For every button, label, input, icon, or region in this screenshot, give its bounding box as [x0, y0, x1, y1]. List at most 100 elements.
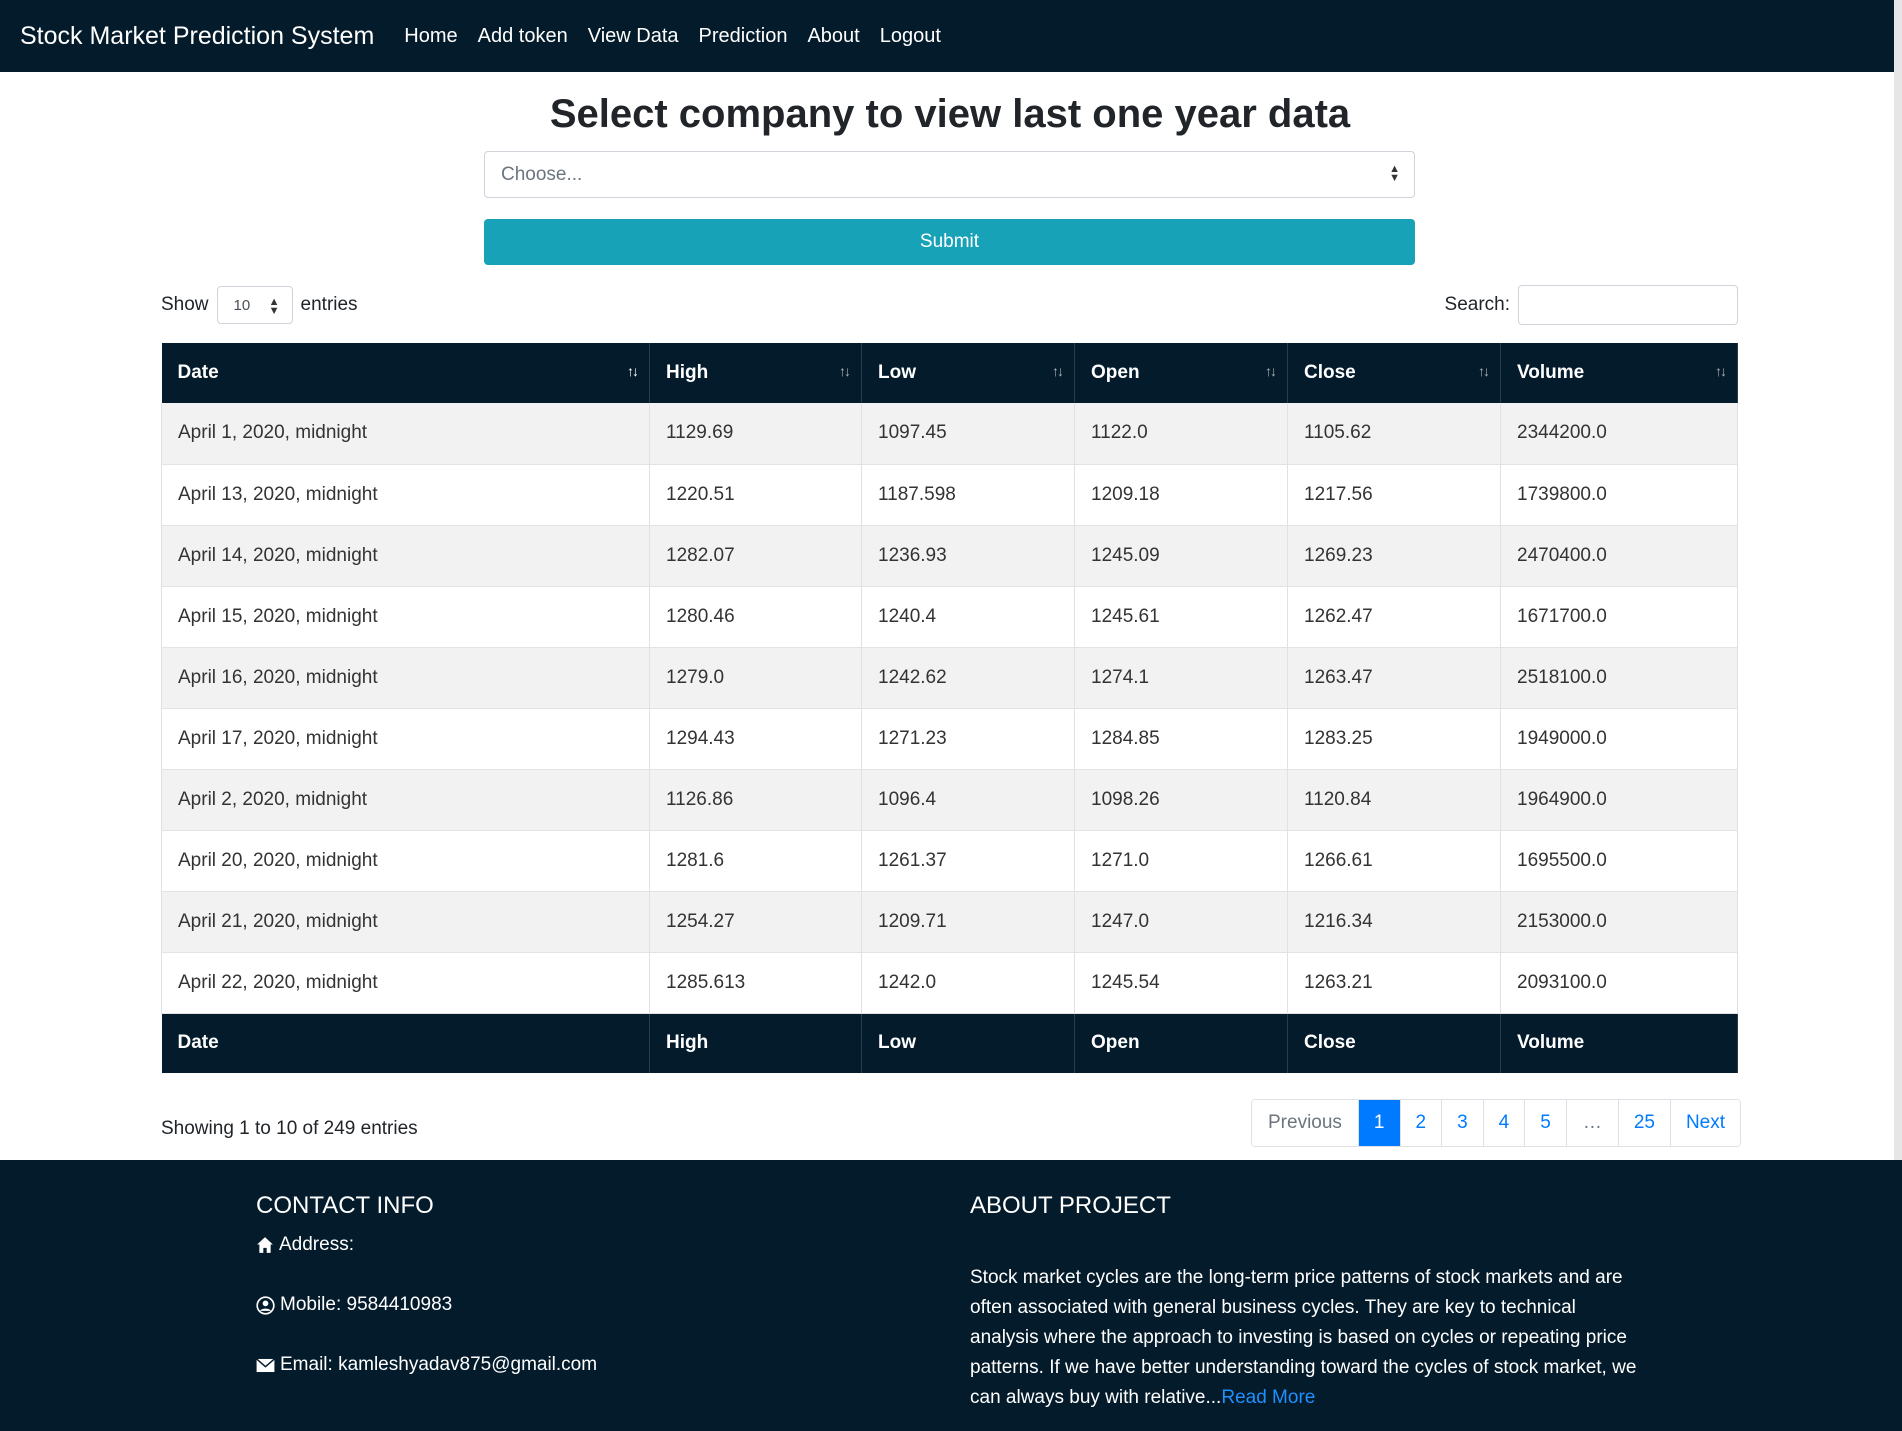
contact-email: Email: kamleshyadav875@gmail.com: [256, 1354, 597, 1376]
entries-select[interactable]: 10 ▲ ▼: [216, 286, 293, 324]
cell-close: 1283.25: [1287, 708, 1501, 770]
sort-icon: ↑↓: [1715, 363, 1727, 379]
cell-volume: 1695500.0: [1500, 830, 1738, 892]
pagination-previous[interactable]: Previous: [1252, 1100, 1358, 1146]
cell-high: 1280.46: [649, 586, 862, 648]
cell-date: April 15, 2020, midnight: [161, 586, 650, 648]
company-select-value: Choose...: [501, 163, 583, 185]
table-row: April 17, 2020, midnight 1294.43 1271.23 12…: [161, 708, 1738, 770]
table-row: April 21, 2020, midnight 1254.27 1209.71 12…: [161, 891, 1738, 953]
search-control: Search:: [1445, 285, 1738, 325]
cell-volume: 1671700.0: [1500, 586, 1738, 648]
cell-date: April 13, 2020, midnight: [161, 464, 650, 526]
read-more-link[interactable]: Read More: [1221, 1387, 1315, 1408]
cell-low: 1242.0: [861, 952, 1075, 1014]
cell-date: April 2, 2020, midnight: [161, 769, 650, 831]
search-input[interactable]: [1518, 285, 1738, 325]
cell-open: 1098.26: [1074, 769, 1288, 831]
cell-date: April 14, 2020, midnight: [161, 525, 650, 587]
cell-high: 1126.86: [649, 769, 862, 831]
mobile-text: Mobile: 9584410983: [280, 1294, 453, 1315]
brand[interactable]: Stock Market Prediction System: [20, 22, 374, 51]
cell-high: 1281.6: [649, 830, 862, 892]
cell-high: 1282.07: [649, 525, 862, 587]
cell-close: 1217.56: [1287, 464, 1501, 526]
table-row: April 22, 2020, midnight 1285.613 1242.0 12…: [161, 952, 1738, 1014]
stock-data-table: Date ↑↓ High ↑↓ Low ↑↓ Open ↑↓ Close ↑↓ Volum…: [161, 343, 1738, 1073]
pagination-next[interactable]: Next: [1669, 1100, 1741, 1146]
pagination-page-2[interactable]: 2: [1399, 1100, 1442, 1146]
contact-info-title: CONTACT INFO: [256, 1192, 434, 1219]
pagination-page-5[interactable]: 5: [1524, 1100, 1566, 1146]
nav-logout[interactable]: Logout: [880, 25, 941, 48]
cell-close: 1262.47: [1287, 586, 1501, 648]
pagination-page-3[interactable]: 3: [1441, 1100, 1483, 1146]
col-header-close[interactable]: Close ↑↓: [1287, 343, 1501, 403]
select-arrows-icon: ▲ ▼: [1389, 163, 1400, 184]
cell-open: 1271.0: [1074, 830, 1288, 892]
cell-low: 1096.4: [861, 769, 1075, 831]
nav-view-data[interactable]: View Data: [588, 25, 679, 48]
scrollbar[interactable]: [1894, 0, 1902, 1165]
cell-close: 1266.61: [1287, 830, 1501, 892]
pagination-page-1[interactable]: 1: [1357, 1100, 1400, 1146]
cell-close: 1269.23: [1287, 525, 1501, 587]
nav-home[interactable]: Home: [404, 25, 457, 48]
about-project-text: Stock market cycles are the long-term pr…: [970, 1263, 1640, 1413]
user-circle-icon: [256, 1295, 275, 1315]
cell-open: 1245.54: [1074, 952, 1288, 1014]
pagination: Previous 1 2 3 4 5 … 25 Next: [1251, 1099, 1742, 1147]
cell-low: 1236.93: [861, 525, 1075, 587]
table-row: April 14, 2020, midnight 1282.07 1236.93 12…: [161, 525, 1738, 587]
pagination-ellipsis: …: [1565, 1100, 1618, 1146]
cell-low: 1261.37: [861, 830, 1075, 892]
cell-close: 1216.34: [1287, 891, 1501, 953]
col-header-open[interactable]: Open ↑↓: [1074, 343, 1288, 403]
cell-open: 1245.09: [1074, 525, 1288, 587]
sort-icon: ↑↓: [627, 363, 639, 379]
table-row: April 1, 2020, midnight 1129.69 1097.45 112…: [161, 403, 1738, 465]
col-header-date[interactable]: Date ↑↓: [161, 343, 650, 403]
cell-high: 1294.43: [649, 708, 862, 770]
cell-volume: 2093100.0: [1500, 952, 1738, 1014]
navbar: Stock Market Prediction System Home Add …: [0, 0, 1902, 72]
cell-low: 1271.23: [861, 708, 1075, 770]
pagination-page-4[interactable]: 4: [1482, 1100, 1525, 1146]
cell-volume: 1739800.0: [1500, 464, 1738, 526]
col-header-volume[interactable]: Volume ↑↓: [1500, 343, 1738, 403]
company-select[interactable]: Choose... ▲ ▼: [484, 151, 1415, 198]
table-row: April 2, 2020, midnight 1126.86 1096.4 1098…: [161, 769, 1738, 831]
cell-low: 1187.598: [861, 464, 1075, 526]
table-row: April 20, 2020, midnight 1281.6 1261.37 127…: [161, 830, 1738, 892]
cell-open: 1284.85: [1074, 708, 1288, 770]
footer: CONTACT INFO Address: Mobile: 9584410983…: [0, 1160, 1902, 1431]
cell-close: 1105.62: [1287, 403, 1501, 465]
col-header-low[interactable]: Low ↑↓: [861, 343, 1075, 403]
email-text[interactable]: Email: kamleshyadav875@gmail.com: [280, 1354, 597, 1376]
col-header-high[interactable]: High ↑↓: [649, 343, 862, 403]
col-footer-close: Close: [1287, 1013, 1501, 1073]
cell-low: 1209.71: [861, 891, 1075, 953]
nav-add-token[interactable]: Add token: [478, 25, 568, 48]
cell-close: 1263.47: [1287, 647, 1501, 709]
cell-date: April 21, 2020, midnight: [161, 891, 650, 953]
about-project-title: ABOUT PROJECT: [970, 1192, 1171, 1219]
search-label: Search:: [1444, 294, 1510, 315]
cell-open: 1245.61: [1074, 586, 1288, 648]
nav-about[interactable]: About: [807, 25, 859, 48]
table-row: April 15, 2020, midnight 1280.46 1240.4 124…: [161, 586, 1738, 648]
show-label: Show: [161, 294, 209, 315]
cell-open: 1274.1: [1074, 647, 1288, 709]
nav-prediction[interactable]: Prediction: [699, 25, 788, 48]
cell-high: 1254.27: [649, 891, 862, 953]
cell-high: 1220.51: [649, 464, 862, 526]
contact-mobile: Mobile: 9584410983: [256, 1294, 452, 1316]
pagination-page-25[interactable]: 25: [1617, 1100, 1670, 1146]
select-arrows-icon: ▲ ▼: [268, 296, 280, 317]
cell-volume: 2153000.0: [1500, 891, 1738, 953]
submit-button[interactable]: Submit: [484, 219, 1415, 265]
cell-high: 1285.613: [649, 952, 862, 1014]
cell-date: April 20, 2020, midnight: [161, 830, 650, 892]
cell-date: April 16, 2020, midnight: [161, 647, 650, 709]
home-icon: [257, 1237, 273, 1253]
